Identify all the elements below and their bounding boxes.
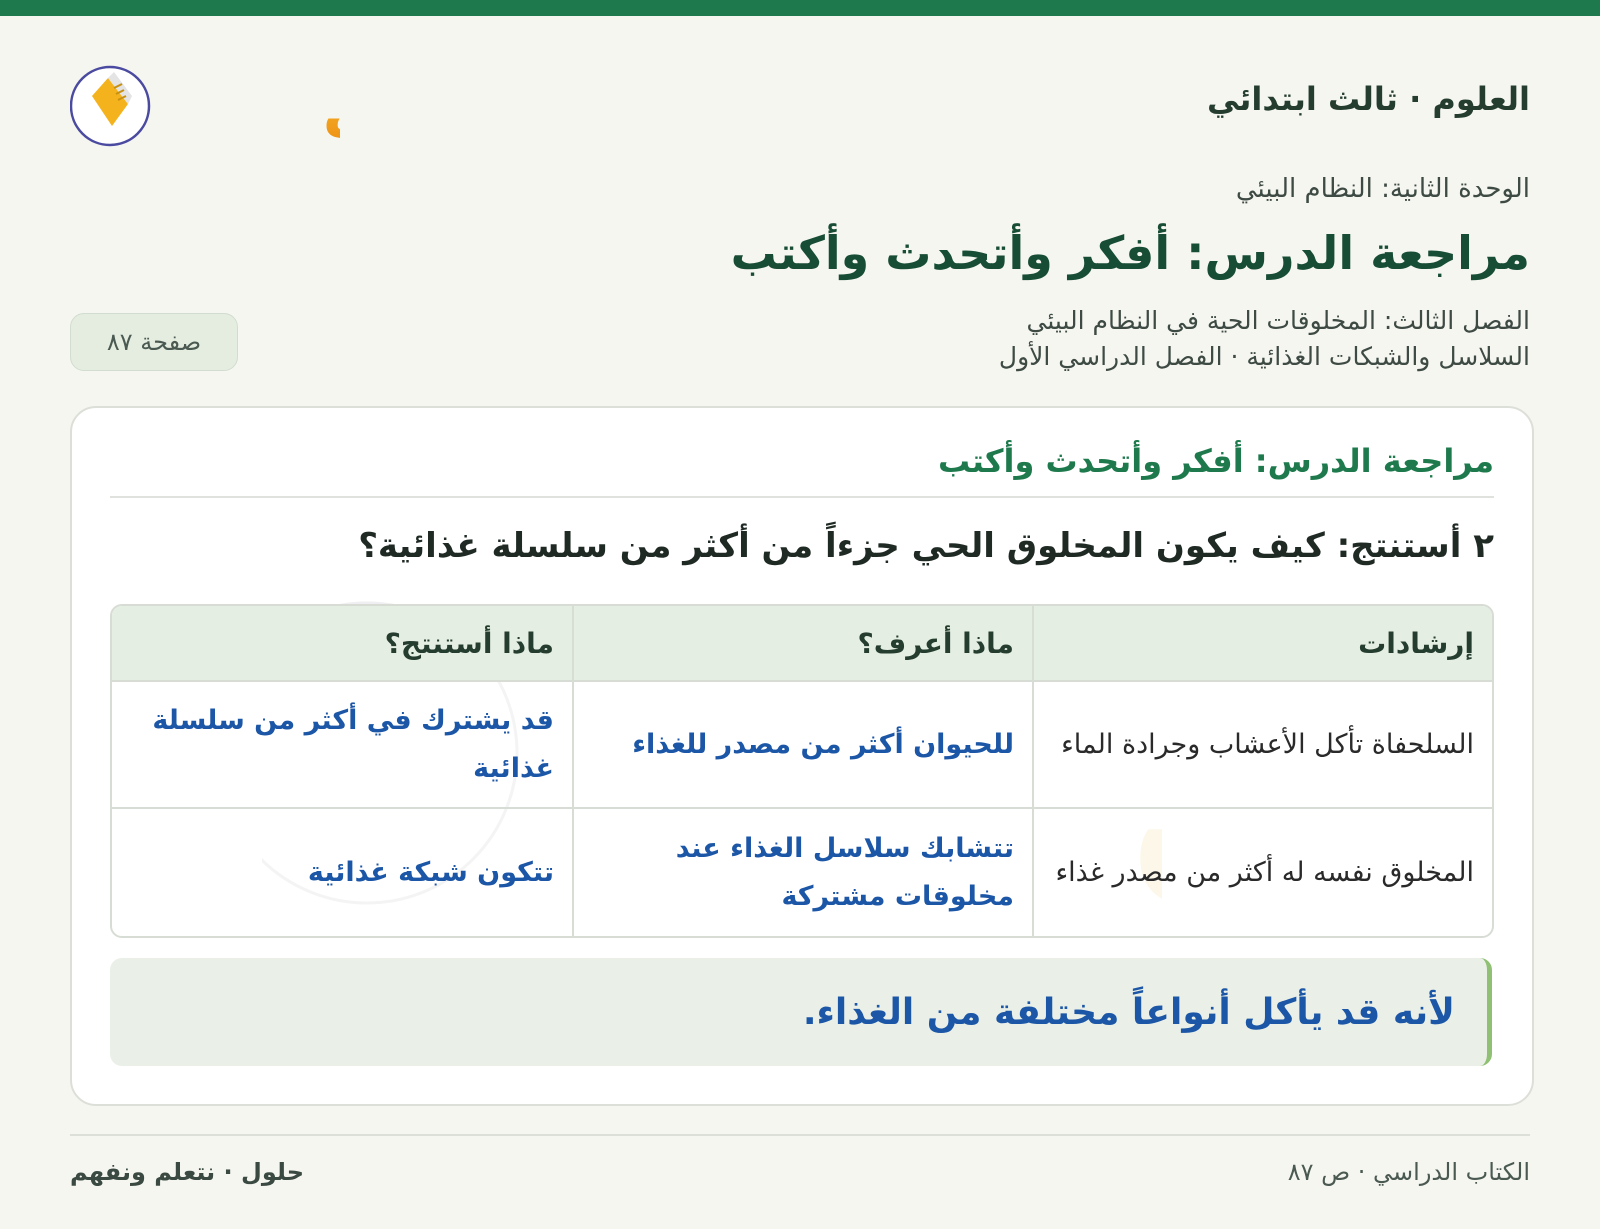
final-answer-box: لأنه قد يأكل أنواعاً مختلفة من الغذاء. (110, 958, 1492, 1066)
page-title: مراجعة الدرس: أفكر وأتحدث وأكتب (730, 226, 1530, 280)
subject-grade-heading: العلوم · ثالث ابتدائي (1206, 80, 1530, 118)
site-logo[interactable]: حلول (69, 48, 490, 154)
graphic-organizer-table: إرشادات ماذا أعرف؟ ماذا أستنتج؟ السلحفاة… (110, 604, 1494, 938)
table-header-what-i-conclude: ماذا أستنتج؟ (112, 606, 572, 682)
question-text: ٢ أستنتج: كيف يكون المخلوق الحي جزءاً من… (358, 526, 1494, 566)
book-icon (69, 65, 151, 147)
table-cell-guideline: السلحفاة تأكل الأعشاب وجرادة الماء (1032, 682, 1492, 809)
table-cell-conclude-answer: تتكون شبكة غذائية (112, 809, 572, 936)
footer-slogan: حلول · نتعلم ونفهم (70, 1158, 304, 1186)
card-title: مراجعة الدرس: أفكر وأتحدث وأكتب (937, 442, 1494, 480)
table-cell-guideline: المخلوق نفسه له أكثر من مصدر غذاء (1032, 809, 1492, 936)
chapter-label: الفصل الثالث: المخلوقات الحية في النظام … (1026, 306, 1530, 335)
table-header-what-i-know: ماذا أعرف؟ (572, 606, 1032, 682)
table-cell-know-answer: تتشابك سلاسل الغذاء عند مخلوقات مشتركة (572, 809, 1032, 936)
footer-divider (70, 1134, 1530, 1136)
topic-label: السلاسل والشبكات الغذائية · الفصل الدراس… (998, 342, 1530, 371)
table-header-guidelines: إرشادات (1032, 606, 1492, 682)
table-cell-conclude-answer: قد يشترك في أكثر من سلسلة غذائية (112, 682, 572, 809)
lesson-review-card: حلول مراجعة الدرس: أفكر وأتحدث وأكتب ٢ أ… (70, 406, 1534, 1106)
footer-book-page: الكتاب الدراسي · ص ٨٧ (1287, 1158, 1530, 1186)
card-divider (110, 496, 1494, 498)
final-answer-text: لأنه قد يأكل أنواعاً مختلفة من الغذاء. (802, 991, 1455, 1033)
unit-label: الوحدة الثانية: النظام البيئي (1235, 174, 1530, 204)
logo-wordmark: حلول (322, 70, 340, 144)
page-number-badge: صفحة ٨٧ (70, 313, 238, 371)
top-accent-bar (0, 0, 1600, 16)
table-cell-know-answer: للحيوان أكثر من مصدر للغذاء (572, 682, 1032, 809)
